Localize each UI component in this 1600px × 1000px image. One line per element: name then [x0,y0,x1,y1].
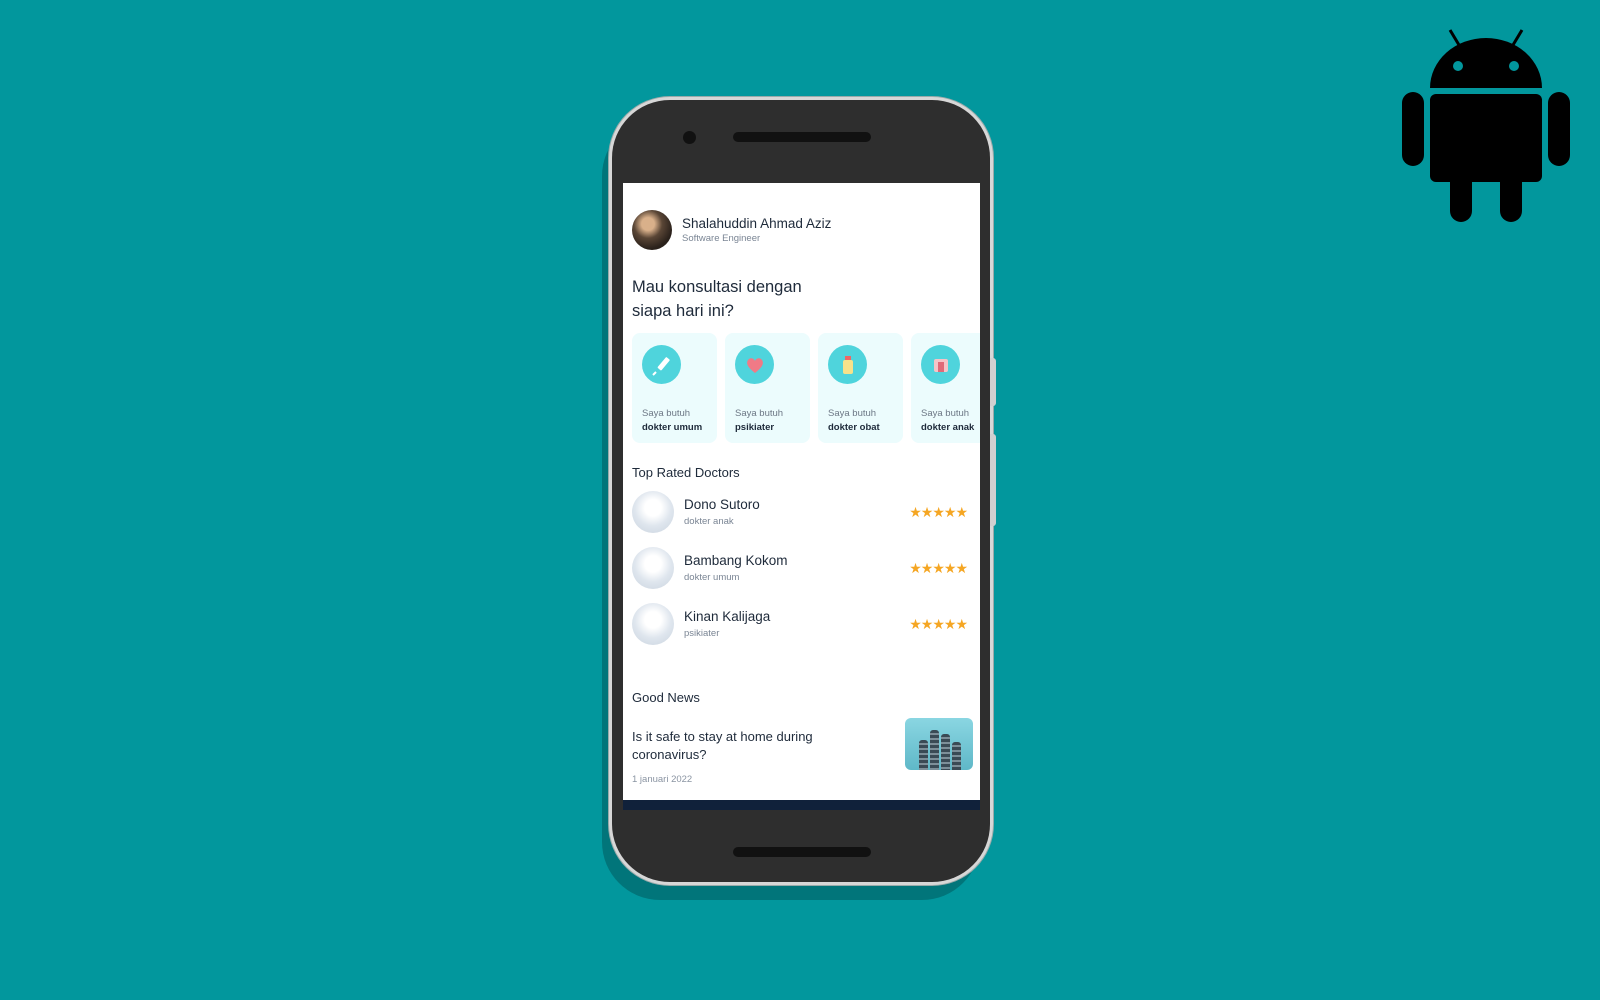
power-button [990,434,996,526]
doctor-specialty: psikiater [684,628,720,639]
syringe-icon [642,345,681,384]
category-card-dokter-obat[interactable]: Saya butuh dokter obat [818,333,903,443]
category-line2: dokter umum [642,422,703,433]
news-section-title: Good News [632,690,700,705]
category-list: Saya butuh dokter umum Saya butuh psikia… [632,333,980,443]
doctor-avatar [632,603,674,645]
page-title: Mau konsultasi dengan siapa hari ini? [632,278,802,320]
doctor-avatar [632,491,674,533]
doctor-name: Kinan Kalijaga [684,609,771,624]
doctor-specialty: dokter anak [684,516,734,527]
category-line1: Saya butuh [828,408,877,419]
android-logo-icon [1402,29,1570,222]
heart-icon [735,345,774,384]
news-item[interactable]: Is it safe to stay at home during corona… [632,718,973,785]
doctor-row[interactable]: Bambang Kokom dokter umum ★★★★★ [632,546,968,590]
bottom-speaker [733,847,871,857]
category-line1: Saya butuh [921,408,970,419]
top-rated-title: Top Rated Doctors [632,465,740,480]
front-camera [683,131,696,144]
doctor-name: Dono Sutoro [684,497,760,512]
doctor-row[interactable]: Kinan Kalijaga psikiater ★★★★★ [632,602,968,646]
rating-stars: ★★★★★ [909,503,968,520]
medicine-bottle-icon [828,345,867,384]
news-thumbnail [905,718,973,770]
category-line2: psikiater [735,422,775,433]
category-card-dokter-umum[interactable]: Saya butuh dokter umum [632,333,717,443]
category-card-psikiater[interactable]: Saya butuh psikiater [725,333,810,443]
app-screen: Shalahuddin Ahmad Aziz Software Engineer… [623,183,980,810]
rating-stars: ★★★★★ [909,559,968,576]
phone-frame: Shalahuddin Ahmad Aziz Software Engineer… [612,100,996,882]
rating-stars: ★★★★★ [909,615,968,632]
doctor-avatar [632,547,674,589]
user-profile[interactable]: Shalahuddin Ahmad Aziz Software Engineer [632,210,831,250]
doctor-name: Bambang Kokom [684,553,788,568]
category-line1: Saya butuh [642,408,691,419]
doctor-specialty: dokter umum [684,572,740,583]
baby-icon [921,345,960,384]
avatar[interactable] [632,210,672,250]
category-card-dokter-anak[interactable]: Saya butuh dokter anak [911,333,980,443]
volume-button [990,358,996,406]
profile-role: Software Engineer [682,233,761,244]
profile-name: Shalahuddin Ahmad Aziz [682,216,832,231]
category-line2: dokter anak [921,422,975,433]
top-speaker [733,132,871,142]
doctor-row[interactable]: Dono Sutoro dokter anak ★★★★★ [632,490,968,534]
category-line2: dokter obat [828,422,880,433]
navigation-bar [623,800,980,810]
category-line1: Saya butuh [735,408,784,419]
news-title: Is it safe to stay at home during corona… [632,729,813,762]
news-date: 1 januari 2022 [632,774,693,785]
